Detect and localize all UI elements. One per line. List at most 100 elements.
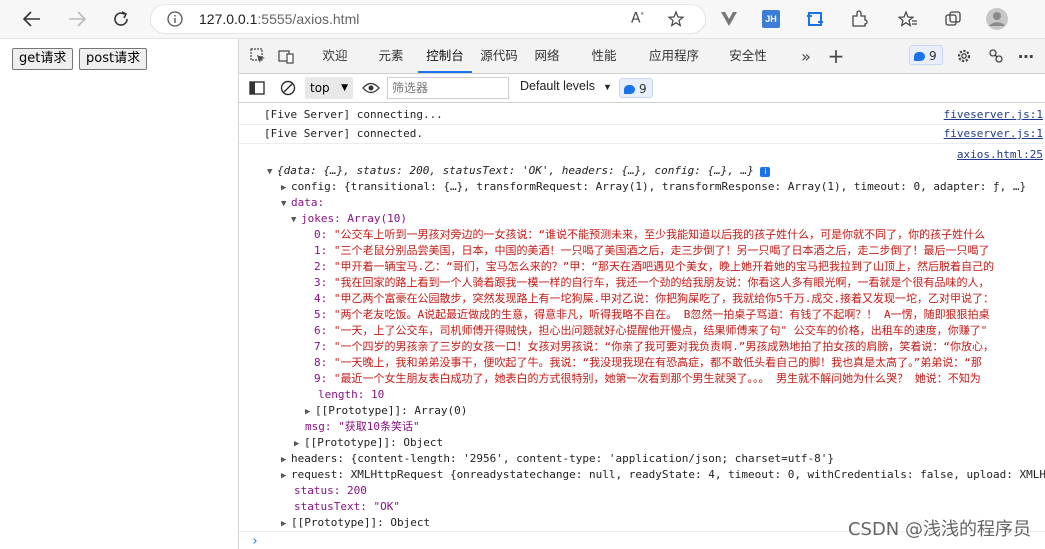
tab-security[interactable]: 安全性 [722, 39, 774, 73]
source-link[interactable]: fiveserver.js:1 [944, 127, 1043, 140]
collapse-arrow-icon[interactable]: ▶ [281, 468, 291, 484]
joke-entry: 0: "公交车上听到一男孩对旁边的一女孩说：“谁说不能预测未来，至少我能知道以后… [314, 228, 986, 241]
connected-devices-icon[interactable] [985, 45, 1007, 67]
post-request-button[interactable]: post请求 [79, 48, 148, 70]
request-property[interactable]: ▶ request: XMLHttpRequest {onreadystatech… [281, 467, 1045, 483]
console-prompt[interactable]: › [251, 534, 259, 549]
joke-entry: 4: "甲乙两个富豪在公园散步，突然发现路上有一坨狗屎.甲对乙说：你把狗屎吃了，… [314, 292, 994, 305]
favorite-add-icon[interactable] [667, 10, 685, 32]
vue-devtools-icon[interactable] [717, 7, 741, 31]
url-host: 127.0.0.1 [199, 11, 258, 27]
issues-count: 9 [929, 49, 937, 63]
browser-toolbar: 127.0.0.1:5555/axios.html Aᵃ JH [0, 0, 1045, 39]
log-levels-label: Default levels [520, 79, 596, 93]
tab-network[interactable]: 网络 [527, 39, 567, 73]
request-text: request: XMLHttpRequest {onreadystatecha… [291, 468, 1045, 481]
joke-entry: 9: "最近一个女生朋友表白成功了，她表白的方式很特别，她第一次看到那个男生就哭… [314, 372, 981, 385]
watermark: CSDN @浅浅的程序员 [847, 519, 1031, 540]
collapse-arrow-icon[interactable]: ▶ [281, 180, 291, 196]
settings-gear-icon[interactable] [953, 45, 975, 67]
response-summary-text: {data: {…}, status: 200, statusText: 'OK… [277, 164, 754, 177]
context-selector[interactable]: top ▼ [305, 77, 353, 99]
sync-extension-icon[interactable] [803, 7, 827, 31]
tab-welcome[interactable]: 欢迎 [309, 39, 361, 73]
headers-property[interactable]: ▶ headers: {content-length: '2956', conte… [281, 451, 834, 467]
object-prototype[interactable]: ▶ [[Prototype]]: Object [294, 435, 443, 451]
expand-arrow-icon[interactable]: ▼ [267, 164, 277, 180]
context-label: top [310, 81, 330, 95]
joke-text: "一天，上了公交车，司机师傅开得贼快，担心出问题就好心提醒他开慢点，结果师傅来了… [333, 324, 988, 337]
back-icon[interactable] [19, 6, 45, 32]
response-prototype[interactable]: ▶ [[Prototype]]: Object [281, 515, 430, 531]
console-output: [Five Server] connecting... fiveserver.j… [239, 103, 1045, 549]
info-badge-icon: i [760, 167, 771, 177]
data-property[interactable]: ▼ data: [281, 195, 324, 211]
clear-console-icon[interactable] [277, 77, 299, 99]
extensions-icon[interactable] [847, 7, 871, 31]
forward-icon[interactable] [64, 6, 90, 32]
expand-arrow-icon[interactable]: ▼ [291, 212, 301, 228]
add-tab-icon[interactable]: + [825, 44, 847, 68]
expand-arrow-icon[interactable]: ▼ [281, 196, 291, 212]
dropdown-arrow-icon: ▼ [341, 83, 348, 93]
joke-entry: 8: "一天晚上，我和弟弟没事干，便吹起了牛。我说：“我没现我现在有恐高症，都不… [314, 356, 982, 369]
tab-performance[interactable]: 性能 [584, 39, 624, 73]
joke-entry: 3: "我在回家的路上看到一个人骑着跟我一模一样的自行车，我还一个劲的给我朋友说… [314, 276, 990, 289]
issues-badge[interactable]: 9 [909, 45, 943, 65]
log-levels-dropdown[interactable]: Default levels ▼ [520, 79, 612, 93]
message-count-badge[interactable]: 9 [619, 78, 653, 98]
joke-text: "一个四岁的男孩亲了三岁的女孩一口！女孩对男孩说：“你亲了我可要对我负责啊.”男… [333, 340, 994, 353]
joke-entry: 1: "三个老鼠分别品尝美国，日本，中国的美酒！一只喝了美国酒之后，走三步倒了！… [314, 244, 990, 257]
msg-text: msg: "获取10条笑话" [305, 420, 420, 433]
get-request-button[interactable]: get请求 [12, 48, 74, 70]
response-summary[interactable]: ▼ {data: {…}, status: 200, statusText: 'O… [267, 163, 771, 180]
source-link[interactable]: fiveserver.js:1 [944, 108, 1043, 121]
headers-text: headers: {content-length: '2956', conten… [291, 452, 835, 465]
status-text-property: statusText: "OK" [294, 499, 400, 515]
info-icon[interactable] [167, 11, 183, 31]
jh-extension-icon[interactable]: JH [759, 7, 783, 31]
live-expression-eye-icon[interactable] [360, 77, 382, 99]
jokes-property[interactable]: ▼ jokes: Array(10) [291, 211, 407, 227]
length-property: length: 10 [318, 387, 384, 403]
config-text: config: {transitional: {…}, transformReq… [291, 180, 1027, 193]
sidebar-toggle-icon[interactable] [246, 77, 268, 99]
tab-elements[interactable]: 元素 [367, 39, 415, 73]
joke-text: "三个老鼠分别品尝美国，日本，中国的美酒！一只喝了美国酒之后，走三步倒了！另一只… [333, 244, 990, 257]
source-link[interactable]: axios.html:25 [957, 148, 1043, 161]
inspect-element-icon[interactable] [247, 45, 269, 67]
read-aloud-icon[interactable]: Aᵃ [631, 10, 644, 27]
refresh-icon[interactable] [108, 6, 134, 32]
tab-application[interactable]: 应用程序 [644, 39, 704, 73]
tab-console[interactable]: 控制台 [418, 39, 472, 73]
collapse-arrow-icon[interactable]: ▶ [294, 436, 304, 452]
config-property[interactable]: ▶ config: {transitional: {…}, transformRe… [281, 179, 1026, 195]
array-prototype[interactable]: ▶ [[Prototype]]: Array(0) [305, 403, 467, 419]
prompt-chevron-icon: › [251, 534, 259, 549]
tab-sources[interactable]: 源代码 [475, 39, 523, 73]
jokes-label: jokes: Array(10) [301, 212, 407, 225]
joke-text: "甲开着一辆宝马.乙：“哥们，宝马怎么来的？”甲：“那天在酒吧遇见个美女，晚上她… [333, 260, 994, 273]
message-count: 9 [639, 82, 647, 96]
collapse-arrow-icon[interactable]: ▶ [281, 452, 291, 468]
profile-avatar-icon[interactable] [985, 7, 1009, 31]
collapse-arrow-icon[interactable]: ▶ [305, 404, 315, 420]
device-emulation-icon[interactable] [275, 45, 297, 67]
url-path: :5555/axios.html [257, 11, 360, 27]
more-tabs-icon[interactable]: » [795, 45, 817, 67]
favorites-icon[interactable] [896, 7, 920, 31]
response-prototype-text: [[Prototype]]: Object [291, 516, 431, 529]
more-options-icon[interactable]: ⋯ [1015, 45, 1037, 67]
status-text-value: statusText: "OK" [294, 500, 400, 513]
data-key: data: [291, 196, 325, 209]
msg-property: msg: "获取10条笑话" [305, 419, 420, 435]
joke-text: "甲乙两个富豪在公园散步，突然发现路上有一坨狗屎.甲对乙说：你把狗屎吃了，我就给… [333, 292, 994, 305]
address-bar[interactable]: 127.0.0.1:5555/axios.html Aᵃ [150, 4, 706, 34]
joke-entry: 5: "两个老友吃饭。A说起最近做成的生意，得意非凡，听得我略不自在。 B忽然一… [314, 308, 990, 321]
collections-icon[interactable] [941, 7, 965, 31]
joke-entry: 2: "甲开着一辆宝马.乙：“哥们，宝马怎么来的？”甲：“那天在酒吧遇见个美女，… [314, 260, 994, 273]
filter-input[interactable] [387, 77, 509, 99]
collapse-arrow-icon[interactable]: ▶ [281, 516, 291, 532]
length-text: length: 10 [318, 388, 385, 401]
url-text[interactable]: 127.0.0.1:5555/axios.html [199, 11, 359, 27]
